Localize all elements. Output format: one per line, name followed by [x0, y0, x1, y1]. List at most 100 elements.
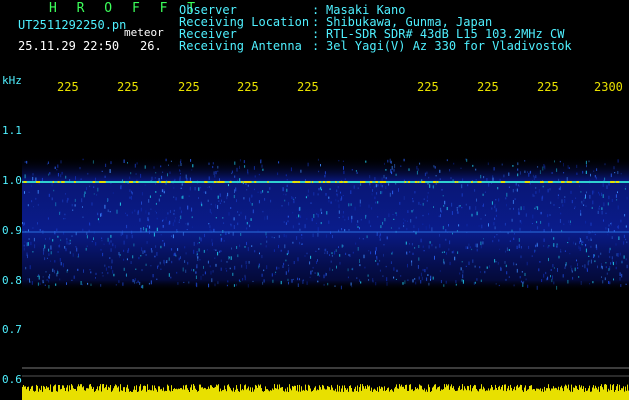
- noise-pixel: [611, 256, 613, 260]
- level-bar: [460, 389, 461, 400]
- level-bar: [250, 387, 251, 400]
- level-bar: [579, 384, 580, 400]
- level-bar: [445, 387, 446, 400]
- noise-pixel: [614, 172, 616, 174]
- noise-pixel: [590, 259, 592, 264]
- level-bar: [199, 384, 200, 400]
- noise-pixel: [342, 244, 344, 247]
- noise-pixel: [180, 256, 181, 259]
- noise-pixel: [588, 255, 590, 257]
- noise-pixel: [340, 285, 342, 290]
- noise-pixel: [341, 196, 343, 200]
- noise-pixel: [582, 241, 584, 244]
- noise-pixel: [454, 256, 456, 261]
- level-bar: [374, 388, 375, 400]
- level-bar: [210, 385, 211, 400]
- noise-pixel: [123, 159, 125, 163]
- noise-pixel: [467, 184, 469, 187]
- level-bar: [270, 390, 271, 400]
- noise-pixel: [208, 186, 210, 188]
- noise-pixel: [57, 173, 59, 177]
- noise-pixel: [376, 192, 378, 195]
- level-bar: [552, 388, 553, 400]
- level-bar: [401, 384, 402, 400]
- noise-pixel: [217, 205, 219, 209]
- level-bar: [338, 391, 339, 400]
- level-bar: [93, 387, 94, 400]
- noise-pixel: [598, 255, 600, 258]
- noise-pixel: [380, 225, 382, 229]
- noise-pixel: [604, 163, 606, 166]
- noise-pixel: [54, 166, 56, 169]
- noise-pixel: [426, 266, 428, 270]
- noise-pixel: [439, 233, 440, 237]
- noise-pixel: [602, 183, 604, 187]
- noise-pixel: [535, 187, 537, 189]
- noise-pixel: [344, 229, 346, 232]
- noise-pixel: [317, 233, 319, 237]
- trace-dot: [549, 181, 553, 183]
- noise-pixel: [385, 169, 387, 171]
- noise-pixel: [92, 160, 94, 164]
- noise-pixel: [551, 228, 552, 232]
- noise-pixel: [618, 236, 620, 240]
- noise-pixel: [302, 280, 304, 284]
- level-bar: [137, 392, 138, 400]
- noise-pixel: [610, 262, 612, 265]
- level-bar: [277, 384, 278, 400]
- level-bar: [528, 389, 529, 400]
- level-bar: [312, 391, 313, 400]
- noise-pixel: [173, 213, 175, 215]
- noise-pixel: [564, 196, 566, 198]
- noise-pixel: [292, 211, 294, 214]
- noise-pixel: [347, 216, 349, 220]
- noise-pixel: [325, 193, 327, 196]
- noise-pixel: [197, 242, 199, 245]
- level-bar: [226, 391, 227, 400]
- noise-pixel: [154, 210, 156, 213]
- noise-pixel: [518, 212, 520, 215]
- x-tick-label: 225: [417, 80, 439, 94]
- noise-pixel: [138, 256, 140, 260]
- noise-pixel: [519, 227, 521, 231]
- level-bar: [59, 385, 60, 400]
- baseline-grid: [22, 367, 629, 377]
- noise-pixel: [67, 197, 69, 201]
- level-bar: [577, 388, 578, 400]
- noise-pixel: [389, 192, 391, 197]
- noise-pixel: [508, 249, 510, 251]
- level-bar: [34, 391, 35, 400]
- level-bar: [327, 386, 328, 400]
- noise-pixel: [271, 236, 273, 238]
- noise-pixel: [180, 215, 182, 220]
- noise-pixel: [219, 193, 221, 197]
- level-bar: [583, 386, 584, 400]
- level-bar: [198, 390, 199, 400]
- noise-pixel: [195, 271, 197, 274]
- noise-pixel: [37, 203, 39, 206]
- noise-pixel: [196, 264, 198, 268]
- noise-pixel: [320, 222, 322, 225]
- noise-pixel: [95, 242, 97, 246]
- noise-pixel: [181, 196, 183, 199]
- noise-pixel: [324, 252, 326, 254]
- noise-pixel: [329, 267, 331, 271]
- noise-pixel: [596, 168, 598, 171]
- noise-pixel: [292, 225, 294, 229]
- level-bar: [284, 391, 285, 400]
- level-bar: [168, 385, 169, 400]
- noise-pixel: [577, 267, 579, 269]
- noise-pixel: [133, 243, 135, 247]
- noise-pixel: [347, 268, 349, 272]
- level-bar: [470, 384, 471, 400]
- noise-pixel: [360, 281, 362, 284]
- level-bar: [400, 386, 401, 400]
- noise-pixel: [144, 165, 146, 169]
- trace-dot: [477, 181, 481, 183]
- noise-pixel: [599, 193, 600, 196]
- noise-pixel: [173, 253, 175, 256]
- noise-pixel: [222, 217, 224, 219]
- noise-pixel: [60, 160, 62, 164]
- noise-pixel: [220, 259, 222, 262]
- noise-pixel: [104, 264, 106, 267]
